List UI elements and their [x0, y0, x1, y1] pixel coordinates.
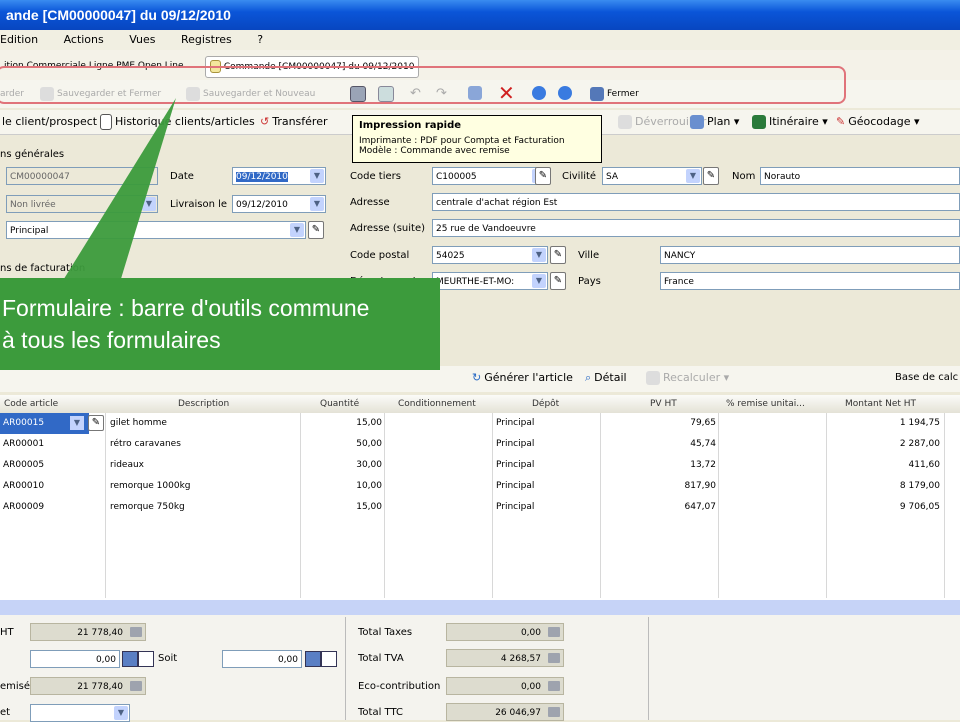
callout-line1: Formulaire : barre d'outils commune: [2, 295, 370, 321]
callout-line2: à tous les formulaires: [2, 327, 221, 353]
annotation-callout: Formulaire : barre d'outils commune à to…: [0, 278, 440, 370]
